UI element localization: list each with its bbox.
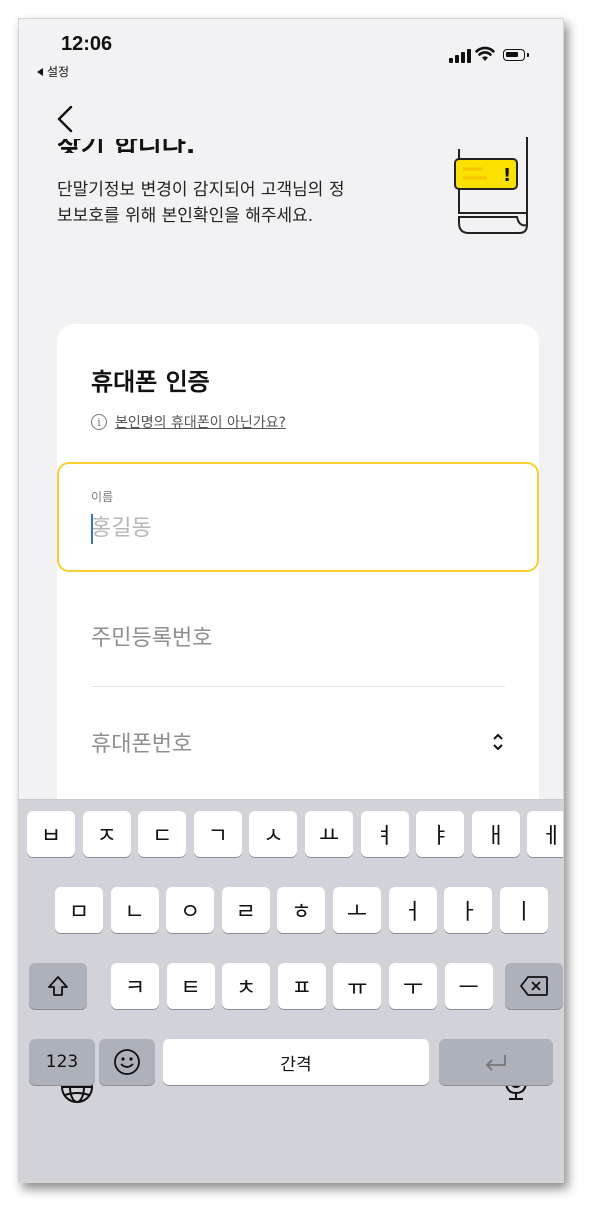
info-icon: i <box>91 414 107 430</box>
wifi-icon <box>475 46 495 61</box>
key-ㅇ[interactable]: ㅇ <box>166 887 215 933</box>
key-ㅑ[interactable]: ㅑ <box>416 811 465 857</box>
key-ㄴ[interactable]: ㄴ <box>110 887 159 933</box>
not-mine-row: i 본인명의 휴대폰이 아닌가요? <box>91 412 286 432</box>
key-ㅓ[interactable]: ㅓ <box>388 887 437 933</box>
delete-key[interactable] <box>505 963 563 1009</box>
status-bar: 12:06 설정 <box>19 19 563 87</box>
updown-chevron-icon <box>493 733 503 751</box>
key-ㅠ[interactable]: ㅠ <box>333 963 382 1009</box>
key-ㄱ[interactable]: ㄱ <box>193 811 242 857</box>
key-ㅣ[interactable]: ㅣ <box>499 887 548 933</box>
text-caret <box>91 514 93 544</box>
key-ㅏ[interactable]: ㅏ <box>444 887 493 933</box>
return-icon <box>485 1055 506 1071</box>
key-ㅍ[interactable]: ㅍ <box>277 963 326 1009</box>
document-alert-icon: ! <box>454 137 528 234</box>
key-ㅎ[interactable]: ㅎ <box>277 887 326 933</box>
key-ㄷ[interactable]: ㄷ <box>138 811 187 857</box>
emoji-key[interactable] <box>99 1039 155 1085</box>
phone-screen: 12:06 설정 찾기 합니다. 단말기정보 변경이 감지되어 고객님의 정 보… <box>18 18 564 1183</box>
shift-key[interactable] <box>29 963 87 1009</box>
description-line-1: 단말기정보 변경이 감지되어 고객님의 정 <box>57 180 345 200</box>
name-label: 이름 <box>91 490 114 504</box>
battery-icon <box>503 49 529 61</box>
key-ㅈ[interactable]: ㅈ <box>82 811 131 857</box>
status-time: 12:06 <box>61 33 113 55</box>
numbers-key[interactable]: 123 <box>29 1039 95 1085</box>
key-ㅌ[interactable]: ㅌ <box>166 963 215 1009</box>
key-ㅂ[interactable]: ㅂ <box>27 811 75 857</box>
card-title: 휴대폰 인증 <box>91 368 210 396</box>
chevron-left-icon[interactable] <box>53 99 81 139</box>
resident-number-field[interactable] <box>91 596 505 687</box>
key-ㅜ[interactable]: ㅜ <box>389 963 437 1009</box>
page-title-partial: 찾기 합니다. <box>57 139 317 153</box>
key-ㅋ[interactable]: ㅋ <box>111 963 159 1009</box>
not-my-phone-link[interactable]: 본인명의 휴대폰이 아닌가요? <box>115 412 286 432</box>
key-ㅅ[interactable]: ㅅ <box>249 811 298 857</box>
emoji-icon <box>114 1049 140 1075</box>
illustration-badge: ! <box>503 165 511 186</box>
key-ㅁ[interactable]: ㅁ <box>55 887 103 933</box>
phone-number-select[interactable]: 휴대폰번호 <box>91 712 505 772</box>
back-triangle-icon <box>37 67 43 76</box>
backspace-icon <box>520 976 548 996</box>
name-input[interactable] <box>87 508 491 548</box>
signal-icon <box>449 49 471 63</box>
phone-number-placeholder: 휴대폰번호 <box>91 732 193 757</box>
intro-description: 단말기정보 변경이 감지되어 고객님의 정 보보호를 위해 본인확인을 해주세요… <box>57 177 417 229</box>
key-ㅔ[interactable]: ㅔ <box>527 811 563 857</box>
return-key[interactable] <box>439 1039 553 1085</box>
back-app-label: 설정 <box>47 65 70 79</box>
key-ㅊ[interactable]: ㅊ <box>222 963 271 1009</box>
space-key[interactable]: 간격 <box>163 1039 429 1085</box>
phone-verification-card: 휴대폰 인증 i 본인명의 휴대폰이 아닌가요? 이름 휴대폰번호 <box>57 324 539 844</box>
description-line-2: 보보호를 위해 본인확인을 해주세요. <box>57 206 314 226</box>
key-ㄹ[interactable]: ㄹ <box>221 887 270 933</box>
key-ㅡ[interactable]: ㅡ <box>444 963 493 1009</box>
name-field[interactable]: 이름 <box>57 462 539 572</box>
back-to-app-link[interactable]: 설정 <box>37 63 69 80</box>
key-ㅗ[interactable]: ㅗ <box>333 887 381 933</box>
shift-icon <box>48 976 68 996</box>
key-ㅕ[interactable]: ㅕ <box>360 811 409 857</box>
key-ㅐ[interactable]: ㅐ <box>471 811 520 857</box>
resident-number-input[interactable] <box>91 610 505 666</box>
key-ㅛ[interactable]: ㅛ <box>305 811 353 857</box>
